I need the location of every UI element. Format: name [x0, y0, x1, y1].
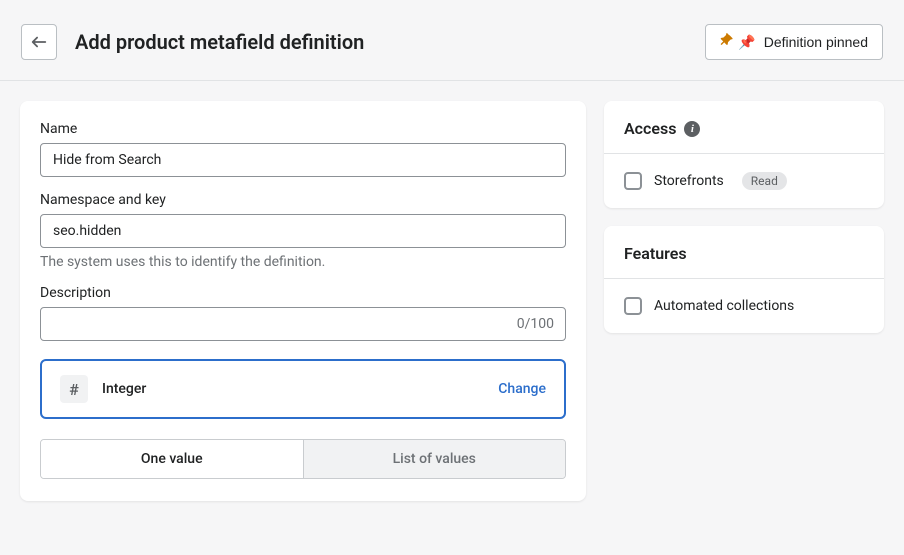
storefronts-badge: Read [742, 172, 787, 190]
features-header: Features [604, 226, 884, 279]
name-field: Name [40, 121, 566, 177]
features-body: Automated collections [604, 279, 884, 333]
access-title: Access [624, 119, 676, 138]
hash-icon: # [60, 375, 88, 403]
back-button[interactable] [21, 24, 57, 60]
description-field: Description 0/100 [40, 285, 566, 341]
storefronts-row: Storefronts Read [624, 172, 864, 190]
automated-collections-checkbox[interactable] [624, 297, 642, 315]
type-name: Integer [102, 381, 146, 397]
page-title: Add product metafield definition [75, 30, 364, 54]
name-input[interactable] [40, 143, 566, 177]
namespace-helper: The system uses this to identify the def… [40, 254, 566, 270]
content: Name Namespace and key The system uses t… [0, 81, 904, 521]
features-card: Features Automated collections [604, 226, 884, 333]
page-header: Add product metafield definition 📌 Defin… [0, 0, 904, 81]
storefronts-label: Storefronts [654, 173, 724, 189]
arrow-left-icon [30, 33, 48, 51]
side-column: Access i Storefronts Read Features Autom… [604, 101, 884, 501]
features-title: Features [624, 244, 687, 263]
name-label: Name [40, 121, 566, 137]
value-mode-segmented: One value List of values [40, 439, 566, 479]
change-type-link[interactable]: Change [498, 381, 546, 397]
header-left: Add product metafield definition [21, 24, 364, 60]
namespace-input[interactable] [40, 214, 566, 248]
info-icon[interactable]: i [684, 121, 700, 137]
automated-collections-row: Automated collections [624, 297, 864, 315]
description-label: Description [40, 285, 566, 301]
pin-button-label: Definition pinned [764, 34, 868, 50]
pin-icon: 📌 [720, 33, 755, 51]
main-card: Name Namespace and key The system uses t… [20, 101, 586, 501]
access-body: Storefronts Read [604, 154, 884, 208]
namespace-field: Namespace and key The system uses this t… [40, 192, 566, 270]
definition-pinned-button[interactable]: 📌 Definition pinned [705, 24, 883, 60]
type-left: # Integer [60, 375, 146, 403]
description-input[interactable] [40, 307, 566, 341]
storefronts-checkbox[interactable] [624, 172, 642, 190]
type-selector: # Integer Change [40, 359, 566, 419]
segment-list-of-values[interactable]: List of values [304, 440, 566, 478]
namespace-label: Namespace and key [40, 192, 566, 208]
access-card: Access i Storefronts Read [604, 101, 884, 208]
automated-collections-label: Automated collections [654, 298, 794, 314]
segment-one-value[interactable]: One value [41, 440, 303, 478]
access-header: Access i [604, 101, 884, 154]
